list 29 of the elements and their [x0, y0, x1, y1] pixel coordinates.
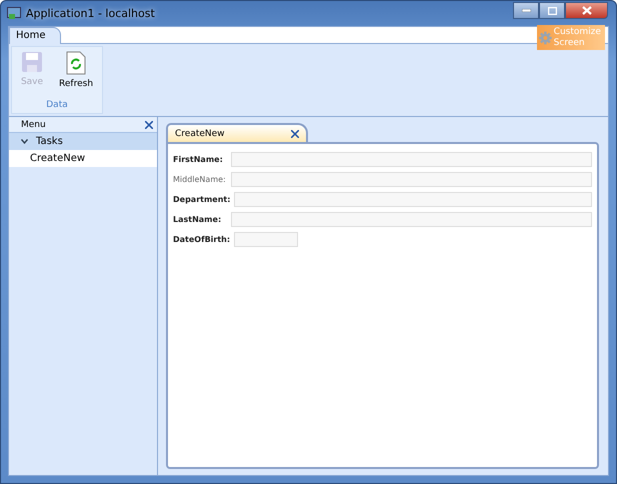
input-field[interactable]	[231, 212, 592, 227]
ribbon-tab[interactable]: Home	[9, 27, 61, 44]
maximize-icon	[548, 6, 556, 14]
minimize-button[interactable]	[513, 2, 539, 19]
close-icon	[582, 6, 592, 15]
refresh-button[interactable]: Refresh	[56, 51, 96, 100]
menu-group[interactable]: Tasks	[9, 133, 157, 150]
field-label: FirstName:	[173, 155, 224, 164]
window-title: Application1 - localhost	[26, 7, 155, 20]
close-icon[interactable]	[291, 130, 299, 138]
input-field[interactable]	[231, 152, 592, 167]
minimize-icon	[522, 9, 530, 12]
input-field[interactable]	[231, 172, 592, 187]
menu-title: Menu	[21, 120, 46, 130]
refresh-document-icon	[66, 51, 86, 75]
close-button[interactable]	[565, 2, 608, 19]
menu-item[interactable]: CreateNew	[9, 150, 157, 167]
date-field[interactable]	[234, 232, 298, 247]
field-label: LastName:	[173, 215, 222, 224]
input-field[interactable]	[234, 192, 592, 207]
close-icon[interactable]	[145, 120, 153, 128]
field-label: MiddleName:	[173, 175, 227, 184]
maximize-button[interactable]	[539, 2, 565, 19]
group-label: Data	[46, 100, 68, 112]
app-icon	[7, 7, 21, 20]
field-label: Department:	[173, 195, 230, 204]
document-tab[interactable]: CreateNew	[166, 123, 308, 142]
chevron-icon	[21, 139, 28, 144]
field-label: DateOfBirth:	[173, 235, 230, 244]
